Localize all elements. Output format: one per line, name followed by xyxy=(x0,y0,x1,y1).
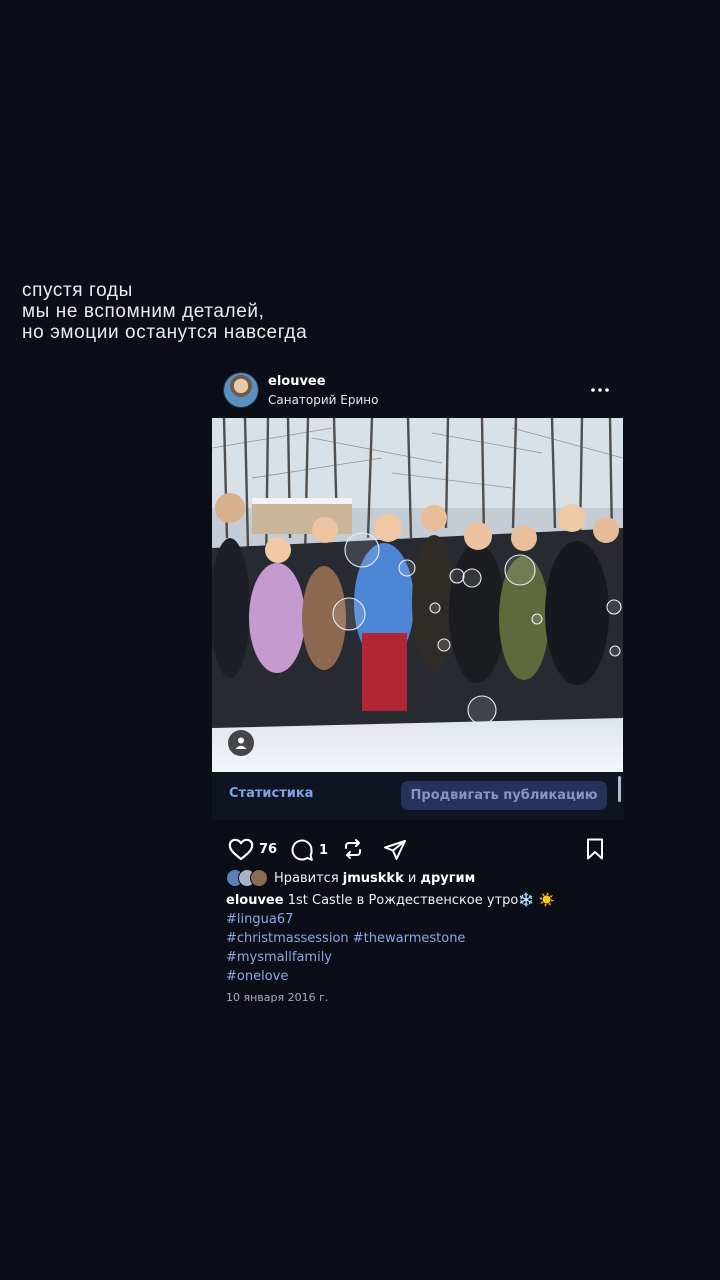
liked-by-and: и xyxy=(407,870,417,886)
quote-text: спустя годы мы не вспомним деталей, но э… xyxy=(22,280,307,343)
like-button[interactable]: 76 xyxy=(228,838,277,861)
quote-line-3: но эмоции останутся навсегда xyxy=(22,322,308,343)
post-header: elouvee Санаторий Ерино xyxy=(212,366,624,416)
share-button[interactable] xyxy=(383,838,407,862)
insights-bar: Статистика Продвигать публикацию xyxy=(212,772,624,820)
person-tag-icon[interactable] xyxy=(228,730,254,756)
quote-line-1: спустя годы xyxy=(22,280,133,301)
caption-username[interactable]: elouvee xyxy=(226,893,284,908)
more-horizontal-icon[interactable] xyxy=(590,380,610,400)
statistics-link[interactable]: Статистика xyxy=(229,786,313,801)
comment-button[interactable]: 1 xyxy=(290,838,328,862)
scrollbar[interactable] xyxy=(618,776,621,802)
comment-icon xyxy=(291,839,313,861)
repost-icon xyxy=(345,839,361,859)
liked-by-prefix: Нравится xyxy=(274,870,339,886)
repost-button[interactable] xyxy=(342,838,364,860)
hashtag[interactable]: #lingua67 xyxy=(226,910,616,929)
liked-by-others[interactable]: другим xyxy=(420,871,475,886)
hashtag[interactable]: #christmassession #thewarmestone xyxy=(226,929,616,948)
group-photo-image xyxy=(212,418,623,772)
instagram-post: elouvee Санаторий Ерино Статистика Продв… xyxy=(212,366,624,1004)
bookmark-icon xyxy=(587,838,603,860)
caption-text: 1st Castle в Рождественское утро❄️ ☀️ xyxy=(287,893,555,908)
avatar[interactable] xyxy=(224,373,258,407)
likes-count: 76 xyxy=(259,842,278,857)
post-photo[interactable] xyxy=(212,418,623,772)
quote-line-2: мы не вспомним деталей, xyxy=(22,301,265,322)
post-location[interactable]: Санаторий Ерино xyxy=(268,393,378,407)
post-caption: elouvee 1st Castle в Рождественское утро… xyxy=(226,891,616,986)
liked-by-text: Нравится jmuskkk и другим xyxy=(274,871,475,886)
liker-avatar xyxy=(250,869,268,887)
post-date: 10 января 2016 г. xyxy=(226,991,329,1004)
send-icon xyxy=(384,840,406,860)
liked-by-user[interactable]: jmuskkk xyxy=(343,871,404,886)
hashtag[interactable]: #mysmallfamily xyxy=(226,948,616,967)
save-button[interactable] xyxy=(585,838,605,860)
post-username[interactable]: elouvee xyxy=(268,374,326,389)
hashtag[interactable]: #onelove xyxy=(226,967,616,986)
heart-icon xyxy=(228,838,254,861)
liked-by-line[interactable]: Нравится jmuskkk и другим xyxy=(226,869,475,887)
caption-line: elouvee 1st Castle в Рождественское утро… xyxy=(226,891,616,910)
promote-post-button[interactable]: Продвигать публикацию xyxy=(401,781,607,810)
comments-count: 1 xyxy=(319,842,329,858)
